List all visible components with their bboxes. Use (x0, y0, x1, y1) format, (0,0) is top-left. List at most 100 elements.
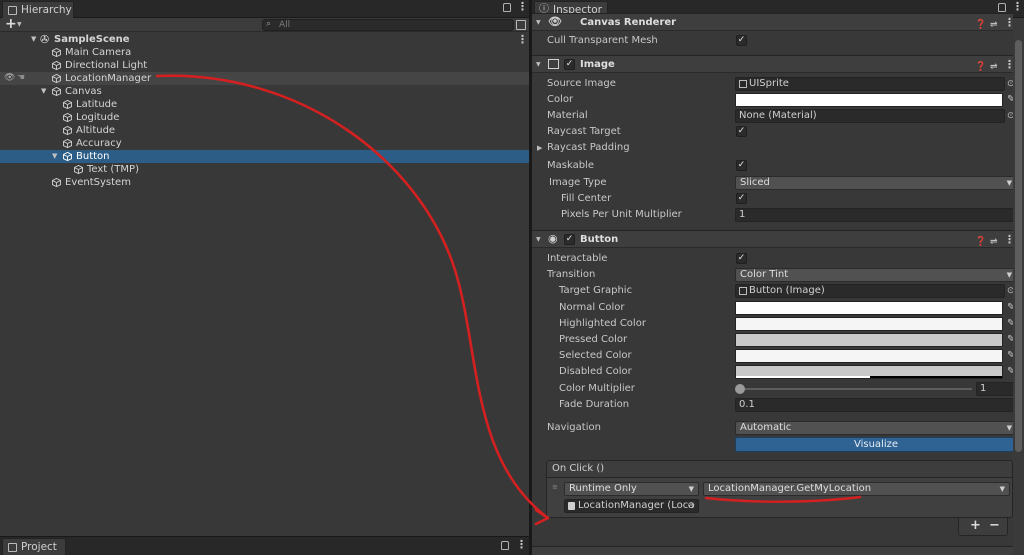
lock-icon[interactable] (503, 3, 511, 12)
pick-hand-icon[interactable]: ☚ (17, 72, 25, 85)
cull-checkbox[interactable]: ✓ (736, 35, 747, 46)
raycast-target-checkbox[interactable]: ✓ (736, 126, 747, 137)
component-kebab-icon[interactable]: ⋮ (1004, 17, 1015, 28)
maskable-checkbox[interactable]: ✓ (736, 160, 747, 171)
listener-object-field[interactable]: LocationManager (Loca ⊙ (564, 499, 699, 513)
slider-track[interactable] (738, 388, 972, 390)
sprite-icon (739, 80, 747, 88)
image-component-header[interactable]: ▼ ✓ Image ❓ ⇌ ⋮ (532, 55, 1015, 76)
source-image-field[interactable]: UISprite (735, 77, 1005, 91)
fill-center-checkbox[interactable]: ✓ (736, 193, 747, 204)
color-multiplier-field[interactable]: 1 (976, 382, 1017, 396)
add-dropdown-caret-icon[interactable]: ▼ (17, 21, 22, 28)
raycast-padding-row[interactable]: ▶ Raycast Padding (532, 140, 1013, 156)
disabled-color-swatch[interactable] (735, 365, 1003, 379)
image-type-dropdown[interactable]: Sliced ▼ (735, 176, 1017, 190)
ppu-field[interactable]: 1 (735, 208, 1017, 222)
canvas-renderer-header[interactable]: ▼ 👁 Canvas Renderer ❓ ⇌ ⋮ (532, 13, 1015, 34)
preset-icon[interactable]: ⇌ (990, 17, 998, 34)
expand-arrow-icon[interactable]: ▼ (41, 85, 46, 98)
lock-icon[interactable] (998, 3, 1006, 12)
hierarchy-row-accuracy[interactable]: Accuracy (0, 137, 529, 150)
scrollbar-thumb[interactable] (1015, 40, 1022, 452)
navigation-dropdown[interactable]: Automatic ▼ (735, 421, 1017, 435)
image-component-icon (548, 59, 559, 69)
preset-icon[interactable]: ⇌ (990, 59, 998, 76)
hierarchy-row-text-tmp[interactable]: Text (TMP) (0, 163, 529, 176)
fade-duration-field[interactable]: 0.1 (735, 398, 1017, 412)
hierarchy-row-altitude[interactable]: Altitude (0, 124, 529, 137)
visualize-button[interactable]: Visualize (735, 437, 1017, 452)
search-input[interactable]: ⌕ All (262, 19, 514, 31)
component-kebab-icon[interactable]: ⋮ (1004, 234, 1015, 245)
slider-handle[interactable] (735, 384, 745, 394)
hierarchy-row-main-camera[interactable]: Main Camera (0, 46, 529, 59)
foldout-arrow-icon[interactable]: ▼ (536, 56, 541, 73)
hierarchy-row-label: Button (76, 151, 110, 162)
project-tab[interactable]: Project (2, 538, 66, 555)
search-placeholder: All (279, 20, 291, 30)
foldout-arrow-icon[interactable]: ▼ (536, 231, 541, 248)
on-click-header: On Click () (546, 460, 1013, 478)
color-label: Color (547, 94, 574, 105)
navigation-value: Automatic (740, 422, 792, 433)
normal-color-swatch[interactable] (735, 301, 1003, 315)
button-component-header[interactable]: ▼ ◉ ✓ Button ❓ ⇌ ⋮ (532, 230, 1015, 251)
expand-arrow-icon[interactable]: ▼ (31, 33, 36, 46)
target-graphic-field[interactable]: Button (Image) (735, 284, 1005, 298)
hierarchy-row-eventsystem[interactable]: EventSystem (0, 176, 529, 189)
expand-arrow-icon[interactable]: ▼ (52, 150, 57, 163)
remove-listener-button[interactable]: − (989, 518, 1000, 533)
component-kebab-icon[interactable]: ⋮ (1004, 59, 1015, 70)
drag-handle-icon[interactable]: ≡ (552, 483, 558, 491)
hierarchy-row-label: Latitude (76, 99, 118, 110)
cull-transparent-mesh-row: Cull Transparent Mesh ✓ (532, 33, 1013, 49)
canvas-renderer-title: Canvas Renderer (580, 17, 677, 28)
color-swatch[interactable] (735, 93, 1003, 107)
project-tab-label: Project (21, 541, 57, 553)
eye-icon[interactable]: 👁 (4, 72, 15, 85)
runtime-dropdown[interactable]: Runtime Only ▼ (564, 482, 699, 496)
material-field[interactable]: None (Material) (735, 109, 1005, 123)
image-enabled-checkbox[interactable]: ✓ (564, 59, 575, 70)
chevron-down-icon: ▼ (1006, 271, 1012, 279)
disabled-color-label: Disabled Color (559, 366, 632, 377)
inspector-scrollbar[interactable] (1013, 18, 1024, 555)
function-value: LocationManager.GetMyLocation (708, 483, 872, 494)
selected-color-swatch[interactable] (735, 349, 1003, 363)
transition-dropdown[interactable]: Color Tint ▼ (735, 268, 1017, 282)
kebab-menu-icon[interactable]: ⋮ (1012, 1, 1023, 12)
help-icon[interactable]: ❓ (975, 59, 986, 76)
hierarchy-row-location-manager[interactable]: 👁 ☚ LocationManager (0, 72, 529, 85)
search-icon: ⌕ (266, 19, 272, 29)
kebab-menu-icon[interactable]: ⋮ (517, 1, 528, 12)
pressed-color-swatch[interactable] (735, 333, 1003, 347)
normal-color-row: Normal Color ✎ (532, 300, 1015, 316)
foldout-arrow-icon[interactable]: ▶ (537, 140, 542, 156)
highlighted-color-swatch[interactable] (735, 317, 1003, 331)
scene-kebab-menu-icon[interactable]: ⋮ (517, 34, 528, 45)
help-icon[interactable]: ❓ (975, 234, 986, 251)
hierarchy-row-logitude[interactable]: Logitude (0, 111, 529, 124)
hierarchy-row-canvas[interactable]: ▼ Canvas (0, 85, 529, 98)
hierarchy-row-latitude[interactable]: Latitude (0, 98, 529, 111)
hierarchy-row-directional-light[interactable]: Directional Light (0, 59, 529, 72)
raycast-padding-label: Raycast Padding (547, 142, 630, 153)
preset-icon[interactable]: ⇌ (990, 234, 998, 251)
add-button[interactable]: + (5, 16, 17, 32)
lock-icon[interactable] (501, 541, 509, 550)
foldout-arrow-icon[interactable]: ▼ (536, 14, 541, 31)
on-click-listener: ≡ Runtime Only ▼ LocationManager.GetMyLo… (546, 478, 1013, 518)
hierarchy-row-samplescene[interactable]: ▼ ✇ SampleScene ⋮ (0, 33, 529, 46)
scene-visibility-icon[interactable] (516, 20, 526, 30)
function-dropdown[interactable]: LocationManager.GetMyLocation ▼ (703, 482, 1010, 496)
kebab-menu-icon[interactable]: ⋮ (516, 539, 527, 550)
interactable-checkbox[interactable]: ✓ (736, 253, 747, 264)
help-icon[interactable]: ❓ (975, 17, 986, 34)
add-listener-button[interactable]: + (970, 518, 981, 533)
gameobject-cube-icon (63, 113, 72, 122)
object-picker-icon[interactable]: ⊙ (687, 500, 695, 512)
button-enabled-checkbox[interactable]: ✓ (564, 234, 575, 245)
hierarchy-row-button[interactable]: ▼ Button (0, 150, 529, 163)
source-image-row: Source Image UISprite ⊙ (532, 76, 1015, 92)
